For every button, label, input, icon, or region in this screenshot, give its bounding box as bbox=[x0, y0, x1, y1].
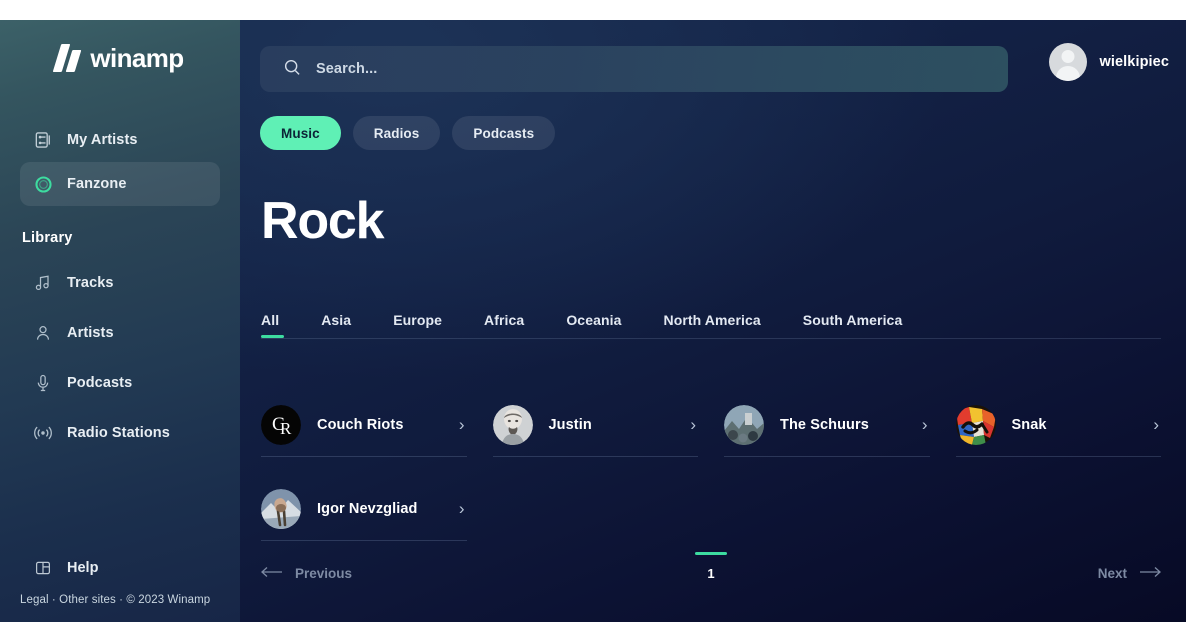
pill-label: Podcasts bbox=[473, 125, 535, 141]
tab-north-america[interactable]: North America bbox=[664, 312, 761, 338]
sidebar-item-help[interactable]: Help bbox=[20, 550, 220, 586]
chevron-right-icon: › bbox=[458, 414, 465, 434]
tab-label: Africa bbox=[484, 312, 525, 328]
user-profile[interactable]: wielkipiec bbox=[1049, 43, 1169, 81]
tab-label: South America bbox=[802, 312, 903, 328]
tab-label: Europe bbox=[393, 312, 443, 328]
artist-card[interactable]: The Schuurs › bbox=[724, 393, 930, 457]
legal-text[interactable]: Legal · Other sites · © 2023 Winamp bbox=[20, 594, 210, 606]
artist-card[interactable]: C R Couch Riots › bbox=[261, 393, 467, 457]
tabs-divider bbox=[261, 338, 1161, 339]
arrow-right-icon bbox=[1139, 566, 1161, 581]
graffiti-snak-logo bbox=[955, 404, 996, 445]
pagination: Previous 1 Next bbox=[261, 552, 1161, 600]
next-page-button[interactable]: Next bbox=[1098, 566, 1161, 581]
chevron-right-icon: › bbox=[1153, 414, 1159, 434]
browser-top-strip bbox=[0, 0, 1186, 20]
region-tabs: All Asia Europe Africa Oceania North Ame… bbox=[261, 312, 1161, 339]
sidebar-item-podcasts[interactable]: Podcasts bbox=[20, 358, 220, 408]
cr-monogram-logo: C R bbox=[261, 404, 301, 445]
sidebar-section-library: Library bbox=[22, 230, 73, 246]
page-title: Rock bbox=[261, 192, 385, 250]
sidebar-item-tracks[interactable]: Tracks bbox=[20, 258, 220, 308]
region-tabs-row: All Asia Europe Africa Oceania North Ame… bbox=[261, 312, 1161, 338]
top-bar: Search... bbox=[260, 46, 1186, 92]
sidebar: winamp My Artists Fanzone Library Tracks… bbox=[0, 20, 240, 622]
content-type-filters: Music Radios Podcasts bbox=[260, 116, 556, 150]
artist-grid: C R Couch Riots › Justin › The Schuurs ›… bbox=[261, 393, 1161, 541]
artist-name: Snak bbox=[1011, 416, 1047, 433]
filter-pill-podcasts[interactable]: Podcasts bbox=[452, 116, 556, 150]
username: wielkipiec bbox=[1099, 54, 1169, 70]
svg-text:R: R bbox=[280, 419, 292, 438]
artist-card[interactable]: Snak › bbox=[955, 393, 1161, 457]
sidebar-item-label: Podcasts bbox=[67, 375, 133, 391]
artist-name: The Schuurs bbox=[780, 416, 869, 433]
search-bar[interactable]: Search... bbox=[260, 46, 1008, 92]
photo-person-snow bbox=[261, 488, 301, 529]
artist-name: Igor Nevzgliad bbox=[317, 500, 418, 517]
search-icon bbox=[282, 57, 302, 82]
fanzone-ring-icon bbox=[32, 173, 54, 195]
sidebar-item-label: My Artists bbox=[67, 132, 138, 148]
artist-card[interactable]: Justin › bbox=[492, 393, 698, 457]
microphone-icon bbox=[32, 372, 54, 394]
avatar bbox=[1049, 43, 1088, 81]
pill-label: Radios bbox=[373, 125, 420, 141]
tab-label: Asia bbox=[321, 312, 352, 328]
search-input[interactable]: Search... bbox=[316, 61, 377, 77]
next-label: Next bbox=[1097, 566, 1127, 581]
sidebar-item-label: Artists bbox=[67, 325, 114, 341]
filter-pill-radios[interactable]: Radios bbox=[352, 116, 441, 150]
sidebar-item-label: Tracks bbox=[67, 275, 114, 291]
pill-label: Music bbox=[281, 125, 320, 141]
tab-oceania[interactable]: Oceania bbox=[566, 312, 621, 338]
sidebar-library-nav: Tracks Artists Podcasts Radio Stations bbox=[0, 258, 240, 458]
photo-group-outdoors bbox=[724, 404, 764, 445]
broadcast-icon bbox=[32, 422, 54, 444]
sidebar-item-fanzone[interactable]: Fanzone bbox=[20, 162, 220, 206]
music-note-icon bbox=[32, 272, 54, 294]
page-number-indicator[interactable]: 1 bbox=[695, 552, 727, 581]
sidebar-item-label: Radio Stations bbox=[67, 425, 170, 441]
artist-card[interactable]: Igor Nevzgliad › bbox=[261, 477, 467, 541]
sidebar-legal: Legal · Other sites · © 2023 Winamp bbox=[20, 594, 240, 606]
photo-bearded-man bbox=[492, 404, 533, 445]
sidebar-item-radio-stations[interactable]: Radio Stations bbox=[20, 408, 220, 458]
help-label: Help bbox=[67, 560, 99, 576]
tab-europe[interactable]: Europe bbox=[393, 312, 442, 338]
brand-name: winamp bbox=[90, 42, 184, 73]
tab-south-america[interactable]: South America bbox=[803, 312, 903, 338]
tab-all[interactable]: All bbox=[261, 312, 285, 338]
tab-africa[interactable]: Africa bbox=[484, 312, 524, 338]
artist-name: Couch Riots bbox=[317, 416, 404, 433]
artist-name: Justin bbox=[548, 416, 592, 433]
chevron-right-icon: › bbox=[690, 414, 696, 434]
current-page-marker bbox=[695, 552, 727, 555]
main-content: Search... wielkipiec Music Radios Podcas… bbox=[240, 20, 1186, 622]
filter-pill-music[interactable]: Music bbox=[260, 116, 341, 150]
person-icon bbox=[32, 322, 54, 344]
tab-asia[interactable]: Asia bbox=[321, 312, 351, 338]
winamp-bolt-icon bbox=[53, 44, 83, 72]
tab-label: Oceania bbox=[566, 312, 622, 328]
brand-logo[interactable]: winamp bbox=[0, 20, 240, 90]
sidebar-primary-nav: My Artists Fanzone bbox=[0, 118, 240, 206]
sidebar-item-my-artists[interactable]: My Artists bbox=[20, 118, 220, 162]
app-shell: winamp My Artists Fanzone Library Tracks… bbox=[0, 20, 1186, 622]
previous-page-button[interactable]: Previous bbox=[261, 566, 352, 581]
help-window-icon bbox=[32, 557, 54, 579]
artists-cards-icon bbox=[32, 129, 54, 151]
sidebar-item-label: Fanzone bbox=[67, 176, 127, 192]
sidebar-item-artists[interactable]: Artists bbox=[20, 308, 220, 358]
chevron-right-icon: › bbox=[921, 414, 928, 434]
previous-label: Previous bbox=[295, 566, 353, 581]
tab-label: North America bbox=[663, 312, 761, 328]
tab-label: All bbox=[261, 312, 280, 328]
chevron-right-icon: › bbox=[458, 498, 465, 518]
current-page-number: 1 bbox=[707, 566, 715, 581]
arrow-left-icon bbox=[261, 566, 283, 581]
winamp-app-window: winamp My Artists Fanzone Library Tracks… bbox=[0, 0, 1186, 622]
